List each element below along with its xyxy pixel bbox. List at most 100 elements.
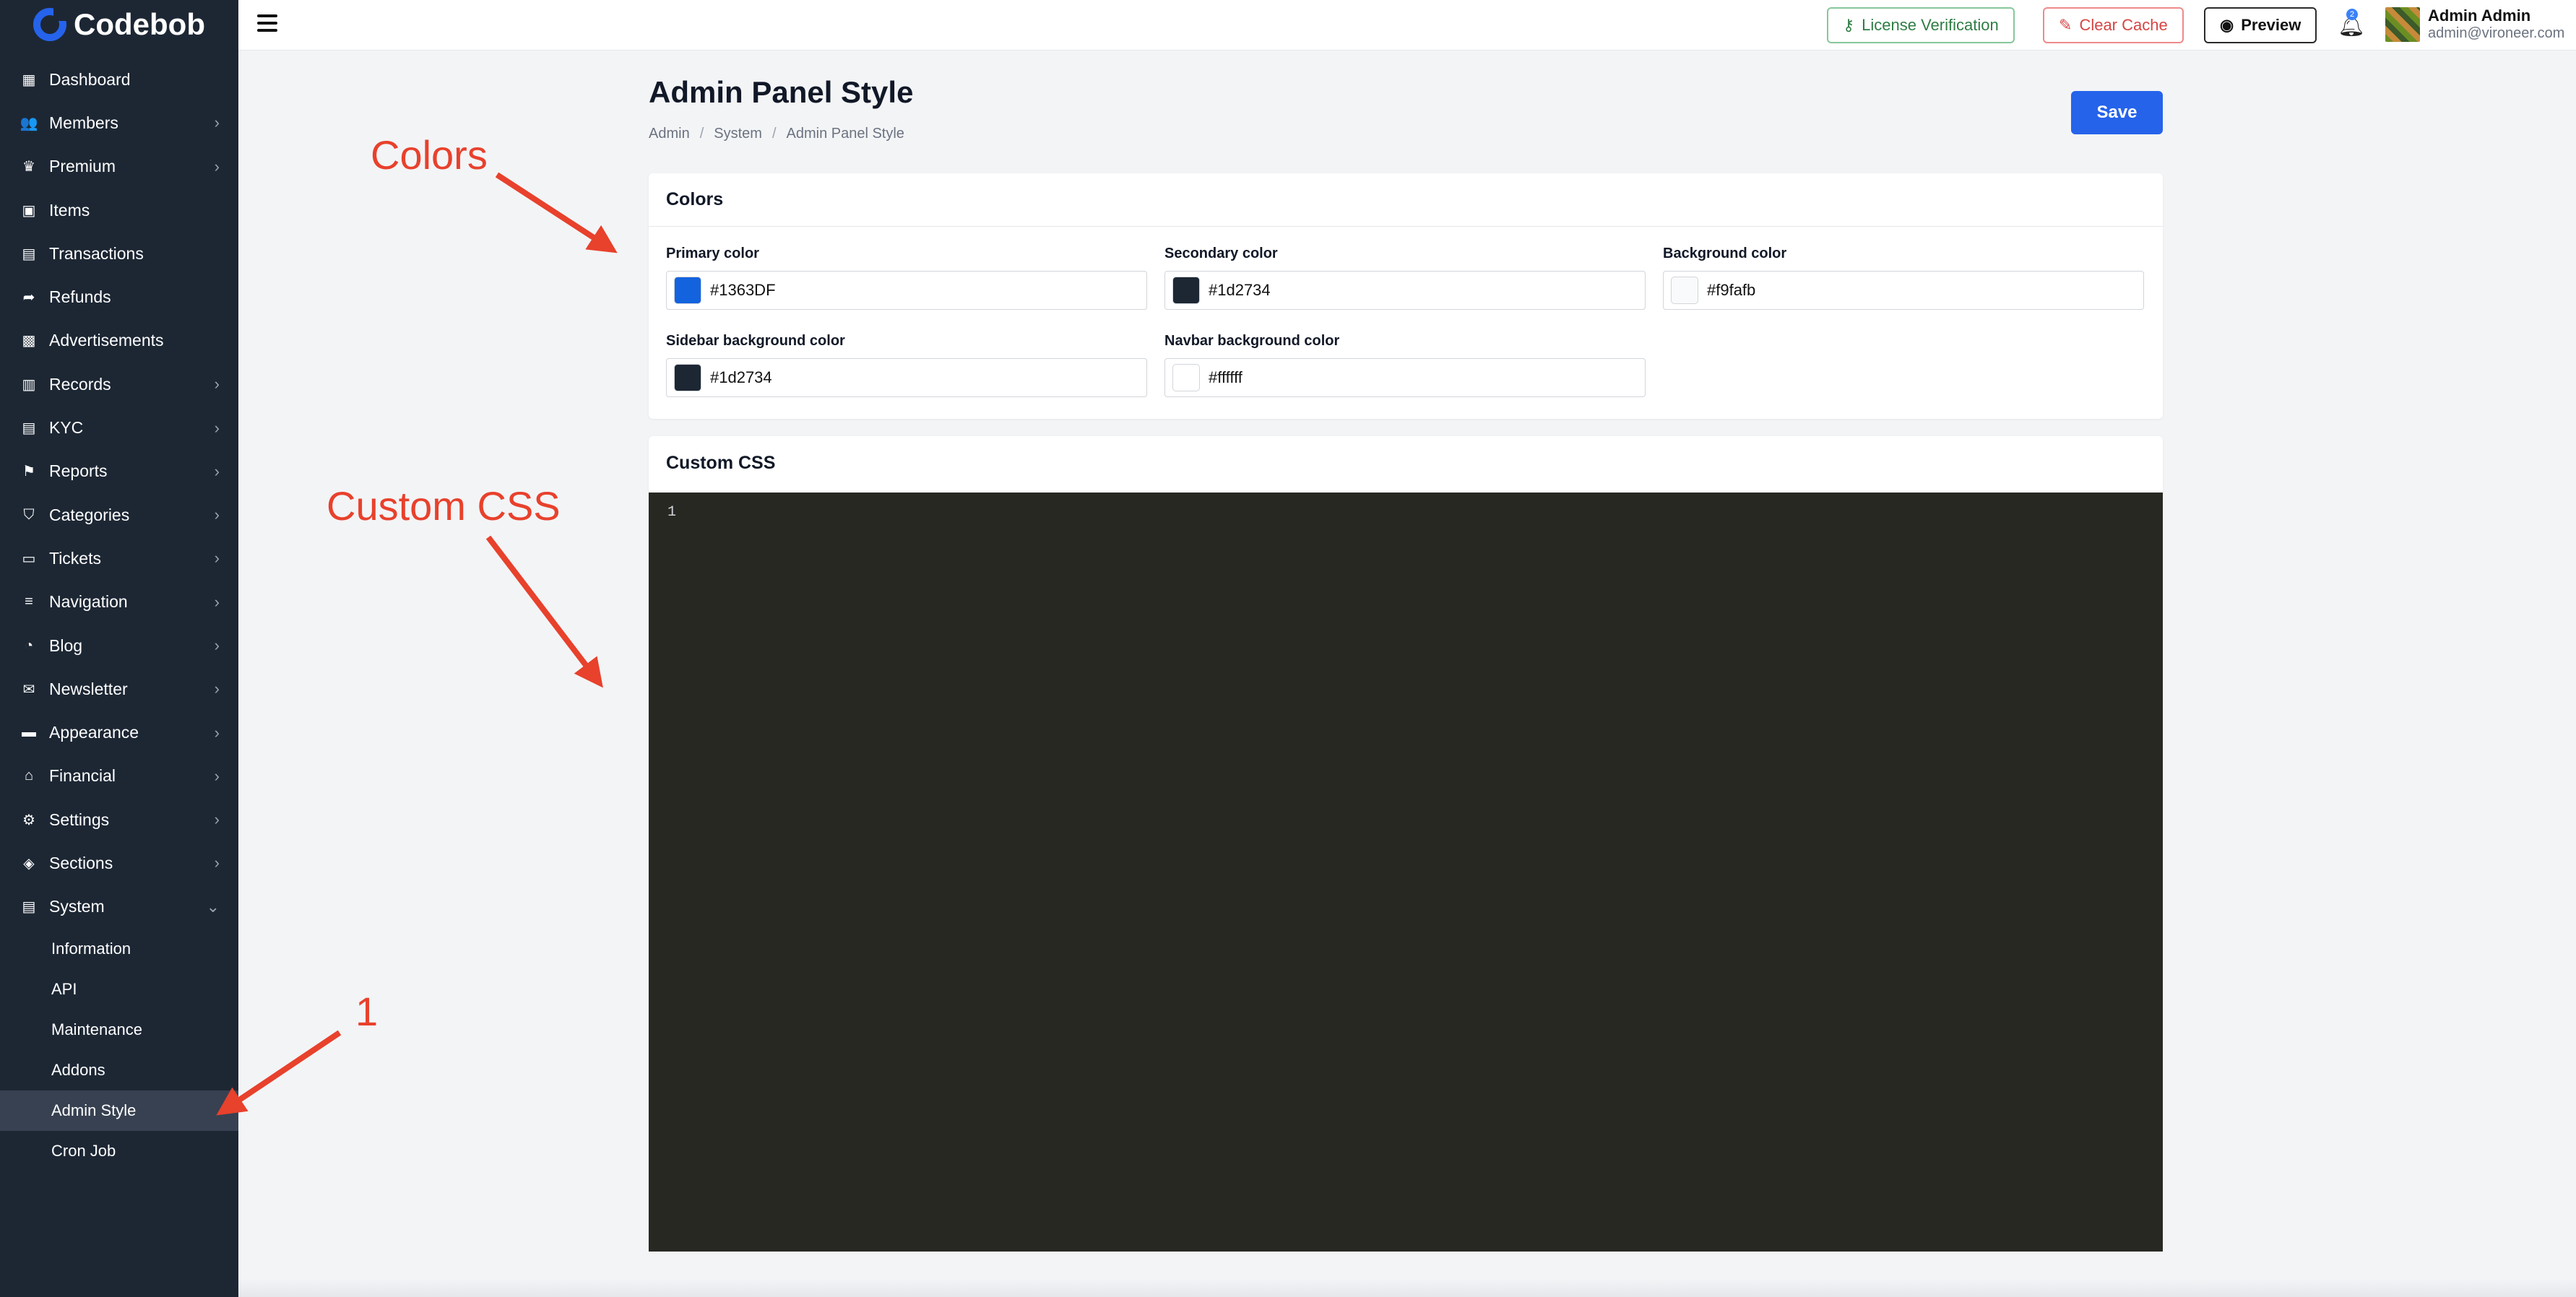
sidebar-item-label: Categories — [49, 505, 130, 524]
primary-color-input[interactable]: #1363DF — [666, 271, 1147, 310]
sidebar-item-transactions[interactable]: ▤ Transactions — [0, 232, 238, 275]
color-value: #1363DF — [710, 281, 776, 299]
chevron-right-icon: › — [214, 766, 220, 785]
chevron-right-icon: › — [214, 157, 220, 175]
sidebar-subitem-addons[interactable]: Addons — [0, 1050, 238, 1090]
annotation-colors: Colors — [371, 132, 488, 178]
chevron-right-icon: › — [214, 723, 220, 742]
sidebar-item-premium[interactable]: ♛ Premium › — [0, 145, 238, 188]
breadcrumb-system[interactable]: System — [714, 126, 762, 142]
sidebar-subitem-maintenance[interactable]: Maintenance — [0, 1010, 238, 1050]
sidebar-item-tickets[interactable]: ▭ Tickets › — [0, 537, 238, 580]
chevron-right-icon: › — [214, 636, 220, 654]
sidebar-item-dashboard[interactable]: ▦ Dashboard — [0, 58, 238, 101]
preview-label: Preview — [2241, 16, 2301, 34]
sidebar-item-records[interactable]: ▥ Records › — [0, 363, 238, 406]
sidebar-item-sections[interactable]: ◈ Sections › — [0, 841, 238, 885]
chevron-right-icon: › — [214, 592, 220, 611]
sidebar-subitem-api[interactable]: API — [0, 969, 238, 1010]
hamburger-menu-icon[interactable] — [257, 14, 277, 32]
server-icon: ▤ — [22, 899, 36, 916]
license-verification-label: License Verification — [1862, 16, 1999, 34]
annotation-one: 1 — [355, 989, 379, 1034]
background-color-input[interactable]: #f9fafb — [1663, 271, 2144, 310]
user-info[interactable]: Admin Admin admin@vironeer.com — [2428, 7, 2564, 42]
crown-icon: ♛ — [22, 159, 35, 175]
sidebar-background-color-field: Sidebar background color #1d2734 — [666, 333, 1147, 397]
sidebar-subitem-information[interactable]: Information — [0, 929, 238, 969]
sidebar-item-label: Advertisements — [49, 331, 164, 350]
sidebar-item-label: Sections — [49, 853, 113, 872]
sidebar-item-financial[interactable]: ⌂ Financial › — [0, 755, 238, 798]
sidebar-item-settings[interactable]: ⚙ Settings › — [0, 798, 238, 841]
dashboard-icon: ▦ — [22, 71, 36, 88]
secondary-color-input[interactable]: #1d2734 — [1164, 271, 1646, 310]
sidebar-item-label: Dashboard — [49, 69, 131, 89]
sidebar-item-label: Newsletter — [49, 679, 128, 698]
field-label: Navbar background color — [1164, 333, 1340, 349]
breadcrumb-admin[interactable]: Admin — [649, 126, 690, 142]
share-icon: ➦ — [22, 290, 35, 306]
sidebar-item-appearance[interactable]: ▬ Appearance › — [0, 711, 238, 754]
sidebar-item-label: Members — [49, 113, 118, 132]
sidebar-item-newsletter[interactable]: ✉ Newsletter › — [0, 667, 238, 711]
chevron-right-icon: › — [214, 680, 220, 698]
sidebar-subitem-admin-style[interactable]: Admin Style — [0, 1090, 238, 1131]
sidebar-item-blog[interactable]: ◔ Blog › — [0, 624, 238, 667]
sidebar-item-label: Navigation — [49, 592, 128, 612]
sidebar-item-categories[interactable]: ⛉ Categories › — [0, 493, 238, 537]
envelope-icon: ✉ — [22, 681, 35, 698]
sidebar-background-color-input[interactable]: #1d2734 — [666, 358, 1147, 397]
sidebar-item-members[interactable]: 👥 Members › — [0, 101, 238, 144]
color-swatch[interactable] — [1172, 277, 1200, 304]
annotation-custom-css: Custom CSS — [327, 483, 561, 529]
logo[interactable]: Codebob — [0, 0, 238, 49]
user-name: Admin Admin — [2428, 6, 2531, 25]
color-swatch[interactable] — [674, 277, 701, 304]
sidebar-item-refunds[interactable]: ➦ Refunds — [0, 275, 238, 318]
sidebar-item-items[interactable]: ▣ Items — [0, 188, 238, 232]
line-number: 1 — [667, 504, 677, 521]
sidebar-subitem-cron-job[interactable]: Cron Job — [0, 1131, 238, 1171]
logo-text: Codebob — [74, 7, 205, 41]
color-swatch[interactable] — [674, 364, 701, 391]
clear-cache-button[interactable]: ✎ Clear Cache — [2043, 7, 2184, 43]
license-verification-button[interactable]: ⚷ License Verification — [1827, 7, 2015, 43]
arrow-to-custom-css — [485, 535, 603, 688]
rss-icon: ◔ — [24, 637, 34, 654]
sidebar-item-label: Transactions — [49, 243, 144, 263]
secondary-color-field: Secondary color #1d2734 — [1164, 246, 1646, 310]
color-swatch[interactable] — [1172, 364, 1200, 391]
sidebar-item-label: Blog — [49, 636, 83, 655]
field-label: Sidebar background color — [666, 333, 845, 349]
ad-icon: ▩ — [22, 333, 36, 350]
sidebar-item-system[interactable]: ▤ System ⌄ — [0, 885, 238, 929]
preview-button[interactable]: ◉ Preview — [2204, 7, 2317, 43]
layers-icon: ◈ — [23, 855, 35, 872]
css-code-editor[interactable]: 1 — [649, 493, 2163, 1252]
page-bottom-edge — [238, 1278, 2576, 1297]
logo-icon — [33, 6, 69, 41]
sidebar-item-label: Appearance — [49, 723, 139, 742]
sidebar-item-label: Tickets — [49, 548, 101, 568]
sidebar-item-reports[interactable]: ⚑ Reports › — [0, 450, 238, 493]
chevron-right-icon: › — [214, 461, 220, 480]
breadcrumb-separator: / — [771, 126, 777, 142]
sidebar-item-navigation[interactable]: ≡ Navigation › — [0, 581, 238, 624]
sidebar-item-label: Settings — [49, 810, 110, 829]
color-swatch[interactable] — [1671, 277, 1698, 304]
color-value: #f9fafb — [1707, 281, 1756, 299]
page-title: Admin Panel Style — [649, 75, 914, 109]
sidebar-item-advertisements[interactable]: ▩ Advertisements — [0, 319, 238, 363]
sidebar-item-label: Financial — [49, 766, 116, 786]
gear-icon: ⚙ — [22, 812, 35, 828]
flag-icon: ⚑ — [22, 464, 35, 480]
chevron-right-icon: › — [214, 418, 220, 437]
custom-css-card-title: Custom CSS — [666, 452, 776, 473]
navbar-background-color-input[interactable]: #ffffff — [1164, 358, 1646, 397]
tags-icon: ⛉ — [23, 506, 35, 523]
save-button[interactable]: Save — [2071, 91, 2163, 134]
avatar[interactable] — [2385, 7, 2420, 42]
sidebar-item-kyc[interactable]: ▤ KYC › — [0, 406, 238, 449]
arrow-to-admin-style — [216, 1030, 342, 1116]
